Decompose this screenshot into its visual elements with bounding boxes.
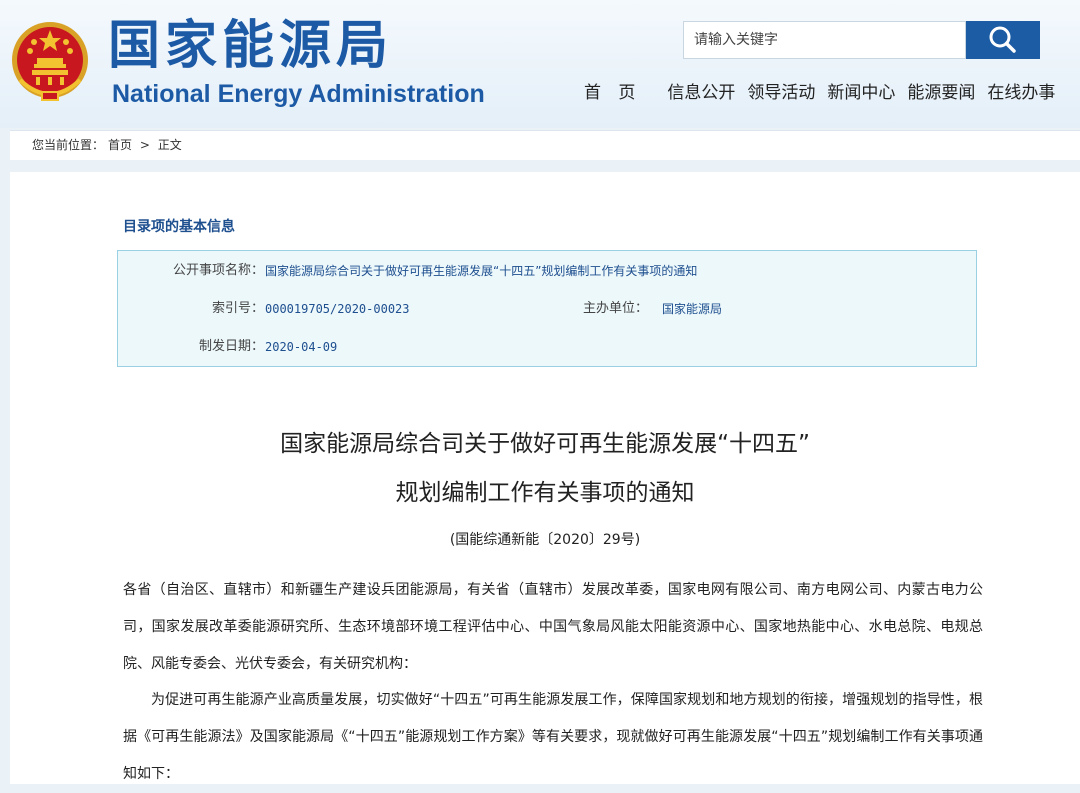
unit-value: 国家能源局 bbox=[662, 302, 723, 316]
item-name-label: 公开事项名称： bbox=[172, 263, 264, 278]
index-label: 索引号： bbox=[211, 301, 264, 316]
unit-label: 主办单位： bbox=[582, 301, 648, 316]
nav-leadership[interactable]: 领导活动 bbox=[747, 80, 815, 106]
nav-home[interactable]: 首 页 bbox=[584, 80, 641, 106]
nav-energy-news[interactable]: 能源要闻 bbox=[907, 80, 975, 106]
date-value: 2020-04-09 bbox=[265, 340, 338, 354]
site-title-cn: 国家能源局 bbox=[108, 16, 394, 76]
breadcrumb-prefix: 您当前位置： bbox=[32, 138, 105, 152]
nav-online-services[interactable]: 在线办事 bbox=[987, 80, 1055, 106]
site-header: 国家能源局 National Energy Administration 首 页… bbox=[0, 0, 1080, 128]
document-number: (国能综通新能〔2020〕29号) bbox=[449, 532, 641, 548]
search-box bbox=[683, 21, 966, 59]
breadcrumb-home-link[interactable]: 首页 bbox=[108, 138, 132, 152]
nav-news-center[interactable]: 新闻中心 bbox=[827, 80, 895, 106]
info-row-index: 索引号： 000019705/2020-00023 主办单位： 国家能源局 bbox=[118, 299, 978, 319]
article-container: 目录项的基本信息 公开事项名称： 国家能源局综合司关于做好可再生能源发展“十四五… bbox=[10, 172, 1080, 784]
index-value: 000019705/2020-00023 bbox=[265, 302, 410, 316]
search-input[interactable] bbox=[694, 22, 954, 58]
date-label: 制发日期： bbox=[198, 339, 264, 354]
search-button[interactable] bbox=[966, 21, 1040, 59]
info-section-title: 目录项的基本信息 bbox=[123, 219, 235, 235]
site-title-en: National Energy Administration bbox=[112, 80, 485, 108]
search-icon bbox=[989, 26, 1016, 53]
item-name-value: 国家能源局综合司关于做好可再生能源发展“十四五”规划编制工作有关事项的通知 bbox=[265, 264, 698, 278]
breadcrumb: 您当前位置： 首页 > 正文 bbox=[10, 130, 1080, 160]
document-title-line2: 规划编制工作有关事项的通知 bbox=[395, 480, 695, 506]
nav-info-disclosure[interactable]: 信息公开 bbox=[667, 80, 735, 106]
main-nav: 首 页 信息公开 领导活动 新闻中心 能源要闻 在线办事 bbox=[584, 80, 1055, 106]
recipients-paragraph: 各省（自治区、直辖市）和新疆生产建设兵团能源局，有关省（直辖市）发展改革委，国家… bbox=[123, 582, 983, 672]
info-row-date: 制发日期： 2020-04-09 bbox=[118, 337, 978, 357]
info-box: 公开事项名称： 国家能源局综合司关于做好可再生能源发展“十四五”规划编制工作有关… bbox=[117, 250, 977, 367]
info-row-item: 公开事项名称： 国家能源局综合司关于做好可再生能源发展“十四五”规划编制工作有关… bbox=[118, 261, 978, 281]
national-emblem-icon[interactable] bbox=[10, 18, 90, 104]
document-title-line1: 国家能源局综合司关于做好可再生能源发展“十四五” bbox=[280, 431, 810, 457]
breadcrumb-current: 正文 bbox=[157, 138, 182, 152]
intro-paragraph: 为促进可再生能源产业高质量发展，切实做好“十四五”可再生能源发展工作，保障国家规… bbox=[123, 692, 983, 782]
breadcrumb-separator: > bbox=[139, 138, 150, 152]
